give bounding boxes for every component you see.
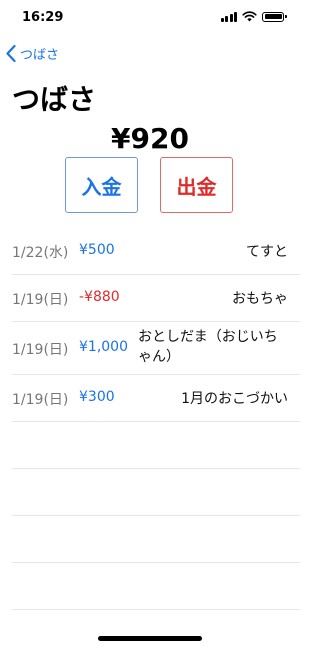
transaction-amount: -¥880 [79, 289, 120, 305]
transaction-amount: ¥500 [79, 242, 115, 258]
balance-amount: ¥920 [111, 122, 189, 155]
home-indicator [98, 636, 202, 641]
transaction-amount: ¥1,000 [79, 339, 128, 355]
transaction-memo: 1月のおこづかい [181, 391, 288, 407]
deposit-button[interactable]: 入金 [65, 157, 138, 213]
chevron-left-icon [6, 44, 16, 62]
transaction-list: 1/22(水) ¥500 てすと 1/19(日) -¥880 おもちゃ 1/19… [12, 228, 300, 610]
status-icons [220, 11, 287, 22]
status-bar: 16:29 [0, 0, 300, 34]
page-title: つばさ [12, 83, 97, 116]
status-time: 16:29 [22, 10, 64, 25]
empty-row [12, 469, 300, 516]
transaction-row[interactable]: 1/19(日) -¥880 おもちゃ [12, 275, 300, 322]
transaction-memo: てすと [246, 244, 288, 260]
transaction-amount: ¥300 [79, 389, 115, 405]
empty-row [12, 422, 300, 469]
transaction-memo: おもちゃ [232, 291, 288, 307]
back-button[interactable]: つばさ [6, 42, 59, 64]
transaction-date: 1/19(日) [12, 292, 69, 308]
transaction-date: 1/19(日) [12, 392, 69, 408]
transaction-row[interactable]: 1/19(日) ¥1,000 おとしだま（おじいちゃん） [12, 322, 300, 375]
transaction-memo: おとしだま（おじいちゃん） [138, 329, 278, 365]
transaction-date: 1/19(日) [12, 342, 69, 358]
wifi-icon [242, 11, 257, 22]
battery-icon [262, 11, 287, 22]
cellular-signal-icon [220, 11, 237, 22]
transaction-date: 1/22(水) [12, 245, 69, 261]
empty-row [12, 516, 300, 563]
transaction-row[interactable]: 1/22(水) ¥500 てすと [12, 228, 300, 275]
empty-row [12, 563, 300, 610]
withdraw-button[interactable]: 出金 [160, 157, 233, 213]
transaction-row[interactable]: 1/19(日) ¥300 1月のおこづかい [12, 375, 300, 422]
back-button-label: つばさ [20, 47, 60, 63]
